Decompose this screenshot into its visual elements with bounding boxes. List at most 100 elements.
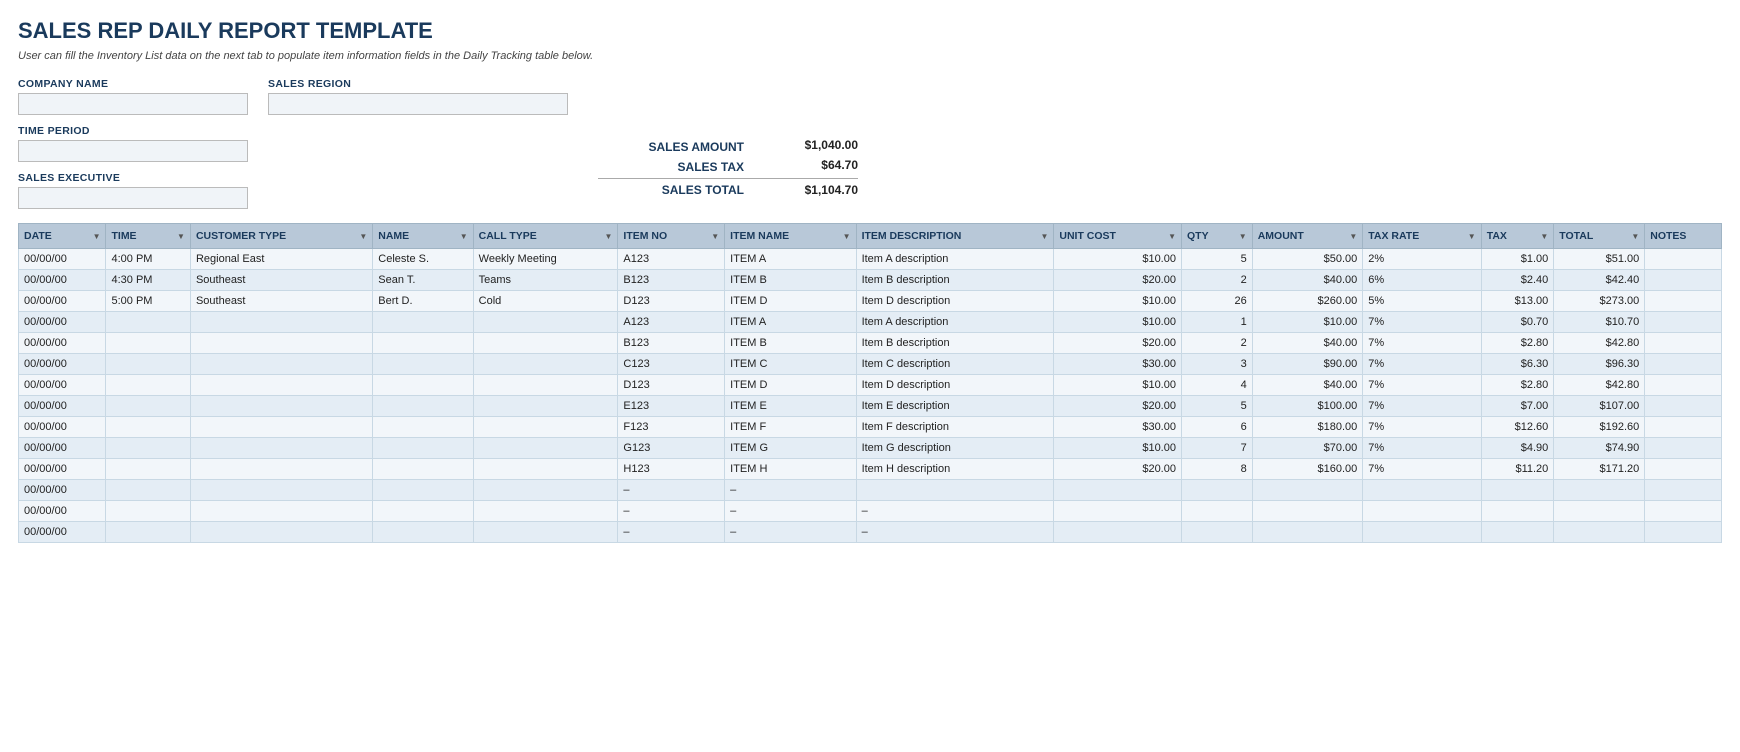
cell-tax_rate: 7% [1363, 312, 1481, 333]
cell-amount: $100.00 [1252, 396, 1363, 417]
cell-customer_type [190, 480, 372, 501]
cell-call_type [473, 312, 618, 333]
cell-item_name: – [725, 522, 856, 543]
date-dropdown-icon[interactable]: ▼ [93, 232, 101, 241]
cell-amount: $10.00 [1252, 312, 1363, 333]
cell-name [373, 522, 473, 543]
cell-call_type [473, 417, 618, 438]
sales-executive-input[interactable] [18, 187, 248, 209]
name-dropdown-icon[interactable]: ▼ [460, 232, 468, 241]
cell-notes [1645, 459, 1722, 480]
cell-time [106, 396, 190, 417]
cell-total [1554, 480, 1645, 501]
sales-executive-label: SALES EXECUTIVE [18, 172, 248, 184]
item-no-dropdown-icon[interactable]: ▼ [711, 232, 719, 241]
amount-dropdown-icon[interactable]: ▼ [1349, 232, 1357, 241]
item-name-dropdown-icon[interactable]: ▼ [843, 232, 851, 241]
item-desc-dropdown-icon[interactable]: ▼ [1040, 232, 1048, 241]
cell-item_description: – [856, 522, 1054, 543]
cell-item_name: ITEM A [725, 312, 856, 333]
cell-item_name: ITEM G [725, 438, 856, 459]
cell-total: $107.00 [1554, 396, 1645, 417]
cell-tax [1481, 501, 1554, 522]
company-name-label: COMPANY NAME [18, 78, 248, 90]
cell-item_description: – [856, 501, 1054, 522]
cell-notes [1645, 333, 1722, 354]
cell-name [373, 396, 473, 417]
cell-item_name: ITEM E [725, 396, 856, 417]
cell-item_no: F123 [618, 417, 725, 438]
cell-item_no: D123 [618, 291, 725, 312]
customer-type-dropdown-icon[interactable]: ▼ [359, 232, 367, 241]
cell-tax_rate: 5% [1363, 291, 1481, 312]
cell-name [373, 312, 473, 333]
table-row: 00/00/004:00 PMRegional EastCeleste S.We… [19, 249, 1722, 270]
cell-unit_cost: $10.00 [1054, 375, 1182, 396]
cell-name: Bert D. [373, 291, 473, 312]
cell-tax_rate: 2% [1363, 249, 1481, 270]
cell-item_description: Item G description [856, 438, 1054, 459]
cell-notes [1645, 438, 1722, 459]
time-period-label: TIME PERIOD [18, 125, 248, 137]
cell-name [373, 459, 473, 480]
total-dropdown-icon[interactable]: ▼ [1631, 232, 1639, 241]
cell-tax_rate [1363, 501, 1481, 522]
call-type-dropdown-icon[interactable]: ▼ [604, 232, 612, 241]
daily-tracking-table: DATE▼ TIME▼ CUSTOMER TYPE▼ NAME▼ CALL TY… [18, 223, 1722, 543]
cell-notes [1645, 354, 1722, 375]
tax-dropdown-icon[interactable]: ▼ [1540, 232, 1548, 241]
cell-time [106, 438, 190, 459]
table-row: 00/00/00H123ITEM HItem H description$20.… [19, 459, 1722, 480]
cell-total: $273.00 [1554, 291, 1645, 312]
cell-name [373, 375, 473, 396]
cell-qty [1181, 501, 1252, 522]
cell-time [106, 375, 190, 396]
cell-item_description: Item E description [856, 396, 1054, 417]
company-name-input[interactable] [18, 93, 248, 115]
cell-amount: $180.00 [1252, 417, 1363, 438]
time-period-input[interactable] [18, 140, 248, 162]
cell-amount: $90.00 [1252, 354, 1363, 375]
cell-date: 00/00/00 [19, 291, 106, 312]
cell-tax_rate: 7% [1363, 417, 1481, 438]
cell-amount [1252, 480, 1363, 501]
cell-call_type [473, 375, 618, 396]
col-tax: TAX▼ [1481, 224, 1554, 249]
cell-date: 00/00/00 [19, 438, 106, 459]
cell-item_description: Item B description [856, 333, 1054, 354]
cell-time [106, 459, 190, 480]
table-row: 00/00/00–– [19, 480, 1722, 501]
cell-date: 00/00/00 [19, 333, 106, 354]
cell-amount: $260.00 [1252, 291, 1363, 312]
cell-tax_rate [1363, 522, 1481, 543]
cell-item_description: Item H description [856, 459, 1054, 480]
cell-notes [1645, 480, 1722, 501]
cell-name [373, 438, 473, 459]
qty-dropdown-icon[interactable]: ▼ [1239, 232, 1247, 241]
cell-item_no: – [618, 522, 725, 543]
cell-qty: 3 [1181, 354, 1252, 375]
cell-item_no: – [618, 480, 725, 501]
cell-customer_type: Southeast [190, 270, 372, 291]
cell-item_description: Item D description [856, 291, 1054, 312]
cell-customer_type: Regional East [190, 249, 372, 270]
tax-rate-dropdown-icon[interactable]: ▼ [1468, 232, 1476, 241]
cell-item_name: ITEM A [725, 249, 856, 270]
cell-qty: 2 [1181, 270, 1252, 291]
cell-item_description [856, 480, 1054, 501]
cell-item_description: Item F description [856, 417, 1054, 438]
cell-date: 00/00/00 [19, 417, 106, 438]
cell-customer_type: Southeast [190, 291, 372, 312]
cell-tax [1481, 522, 1554, 543]
cell-date: 00/00/00 [19, 270, 106, 291]
cell-time [106, 480, 190, 501]
cell-date: 00/00/00 [19, 459, 106, 480]
sales-region-input[interactable] [268, 93, 568, 115]
time-dropdown-icon[interactable]: ▼ [177, 232, 185, 241]
cell-unit_cost: $10.00 [1054, 291, 1182, 312]
sales-amount-value: $1,040.00 [758, 138, 858, 154]
cell-time: 4:30 PM [106, 270, 190, 291]
unit-cost-dropdown-icon[interactable]: ▼ [1168, 232, 1176, 241]
cell-total: $42.80 [1554, 375, 1645, 396]
cell-item_name: ITEM D [725, 375, 856, 396]
